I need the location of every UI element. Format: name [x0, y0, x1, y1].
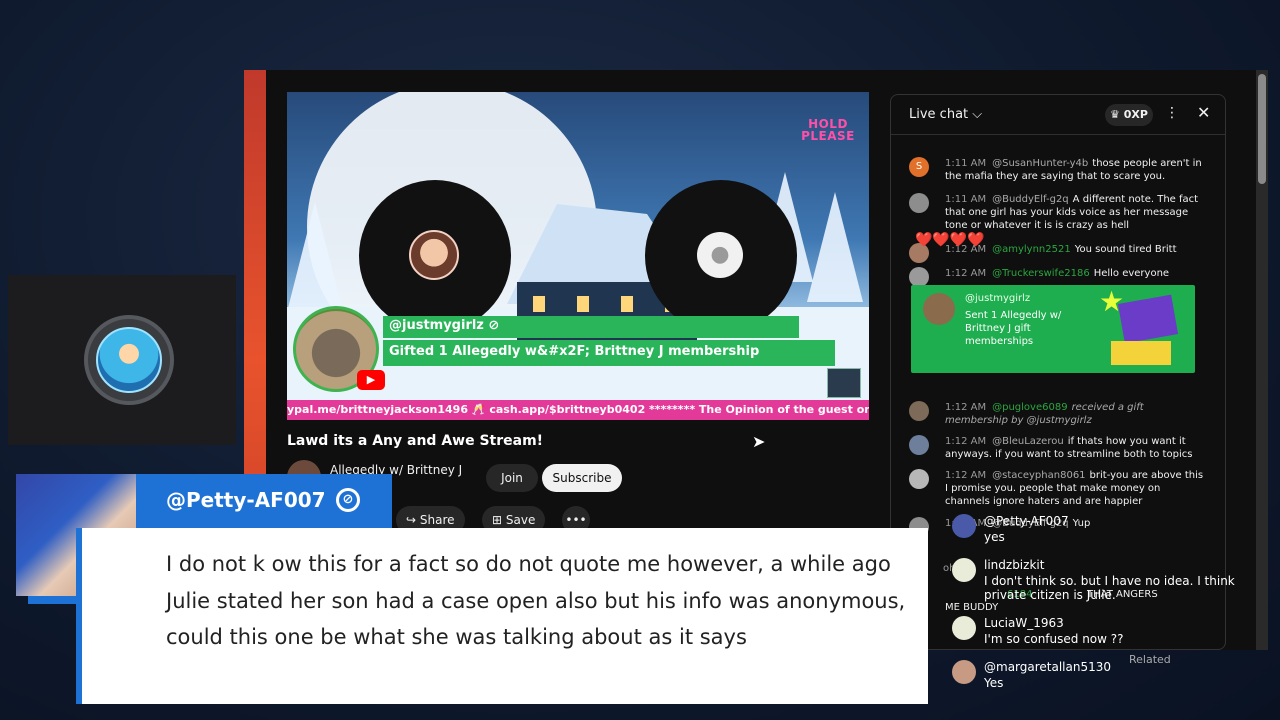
house-window — [533, 296, 545, 312]
chat-avatar[interactable] — [909, 401, 929, 421]
chat-timestamp: 1:12 AM — [945, 402, 987, 413]
feed-text: yes — [984, 530, 1005, 544]
chat-text: Hello everyone — [1093, 268, 1170, 279]
youtube-icon: ▶ — [357, 370, 385, 390]
chat-username[interactable]: @BuddyElf-g2q — [992, 194, 1069, 205]
hearts-emoji-row: ❤️❤️❤️❤️ — [915, 232, 985, 248]
tree-graphic — [807, 192, 863, 302]
chat-username[interactable]: @SusanHunter-y4b — [992, 158, 1088, 169]
chat-timestamp: 1:11 AM — [945, 158, 987, 169]
chat-message-body: 1:11 AM @BuddyElf-g2q A different note. Th… — [945, 193, 1205, 232]
chat-username[interactable]: @Truckerswife2186 — [992, 268, 1090, 279]
feed-username: @Petty-AF007 — [984, 514, 1069, 528]
chat-username[interactable]: @BleuLazerou — [992, 436, 1064, 447]
feed-username: lindzbizkit — [984, 558, 1045, 572]
chat-message-body: 1:11 AM @SusanHunter-y4b those people aren… — [945, 157, 1205, 183]
gift-membership-card: @justmygirlz Sent 1 Allegedly w/ Brittne… — [911, 285, 1195, 373]
house-window — [577, 296, 589, 312]
gift-card-text: Sent 1 Allegedly w/ Brittney J gift memb… — [965, 310, 1062, 347]
guest-slot-right: ● — [645, 180, 797, 332]
gift-alert-text: Gifted 1 Allegedly w&#x2F; Brittney J me… — [389, 344, 760, 359]
feed-text: I'm so confused now ?? — [984, 632, 1124, 646]
host-avatar-image — [96, 327, 162, 393]
featured-comment-box: I do not k ow this for a fact so do not … — [76, 528, 928, 704]
feed-avatar — [952, 514, 976, 538]
video-corner-logo — [827, 368, 861, 398]
chat-text: You sound tired Britt — [1074, 244, 1177, 255]
guest-slot-left — [359, 180, 511, 332]
share-label: Share — [419, 513, 455, 527]
chat-message-body: 1:12 AM @Truckerswife2186 Hello everyone — [945, 267, 1205, 280]
gift-box-icon — [1117, 294, 1179, 344]
subscribe-button[interactable]: Subscribe — [542, 464, 622, 492]
tree-graphic — [287, 202, 343, 312]
share-icon: ↪ — [406, 513, 420, 527]
chat-text: Yup — [1072, 518, 1091, 529]
chat-avatar[interactable] — [909, 469, 929, 489]
hold-please-badge: HOLD PLEASE — [801, 117, 855, 143]
chat-avatar[interactable] — [909, 435, 929, 455]
chat-timestamp: 1:11 AM — [945, 194, 987, 205]
feed-text: Yes — [984, 676, 1004, 690]
chat-timestamp: 1:12 AM — [945, 436, 987, 447]
save-icon: ⊞ — [492, 513, 506, 527]
chat-partial-message: ME BUDDY — [945, 602, 999, 613]
person-placeholder-icon: ● — [697, 232, 743, 278]
chat-avatar[interactable] — [909, 267, 929, 287]
live-chat-panel: Live chat ⌵ ♛ 0XP ⋮ ✕ S 1:11 AM @SusanHunt… — [890, 94, 1226, 666]
chat-avatar[interactable] — [909, 193, 929, 213]
chat-timestamp: 1:12 AM — [945, 470, 987, 481]
video-player[interactable]: HOLD PLEASE ● @justmygirlz ⊘ Gifted 1 Al… — [287, 92, 869, 420]
feed-avatar — [952, 660, 976, 684]
gift-card-avatar — [923, 293, 955, 325]
save-label: Save — [505, 513, 536, 527]
chat-avatar[interactable]: S — [909, 157, 929, 177]
chat-message-body: 1:12 AM @BleuLazerou if thats how you want… — [945, 435, 1205, 461]
feed-avatar — [952, 616, 976, 640]
chat-username[interactable]: @puglove6089 — [992, 402, 1067, 413]
gift-alert-user: @justmygirlz ⊘ — [389, 318, 500, 333]
feed-username: LuciaW_1963 — [984, 616, 1064, 630]
mouse-cursor-icon: ➤ — [752, 432, 766, 451]
chat-message-list: S 1:11 AM @SusanHunter-y4b those people are… — [891, 95, 1225, 651]
feed-text: I don't think so. but I have no idea. I … — [984, 574, 1235, 602]
gift-card-user: @justmygirlz — [965, 293, 1031, 304]
chat-username[interactable]: @staceyphan8061 — [992, 470, 1085, 481]
comment-name-bar: @Petty-AF007 ⊘ — [136, 474, 392, 528]
ticker-bar: ypal.me/brittneyjackson1496 🥂 cash.app/$… — [287, 400, 869, 420]
comment-username: @Petty-AF007 — [166, 488, 326, 512]
feed-avatar — [952, 558, 976, 582]
host-avatar — [84, 315, 174, 405]
featured-comment-text: I do not k ow this for a fact so do not … — [166, 552, 906, 649]
ticker-text: ypal.me/brittneyjackson1496 🥂 cash.app/$… — [287, 403, 869, 416]
house-window — [621, 296, 633, 312]
gift-box-icon — [1111, 341, 1171, 365]
scrollbar-thumb[interactable] — [1258, 74, 1266, 184]
moderator-icon: ⊘ — [336, 488, 360, 512]
chat-message-body: 1:12 AM @puglove6089 received a gift membe… — [945, 401, 1205, 427]
chat-timestamp: 1:12 AM — [945, 268, 987, 279]
chat-message-body: 1:12 AM @staceyphan8061 brit-you are above… — [945, 469, 1205, 508]
page-scrollbar[interactable] — [1256, 70, 1268, 650]
feed-username: @margaretallan5130 — [984, 660, 1112, 674]
chat-username[interactable]: @amylynn2521 — [992, 244, 1071, 255]
related-tab[interactable]: Related — [1129, 653, 1171, 666]
video-title: Lawd its a Any and Awe Stream! — [287, 433, 544, 449]
webcam-panel — [8, 275, 236, 445]
join-button[interactable]: Join — [486, 464, 538, 492]
guest-avatar — [409, 230, 459, 280]
